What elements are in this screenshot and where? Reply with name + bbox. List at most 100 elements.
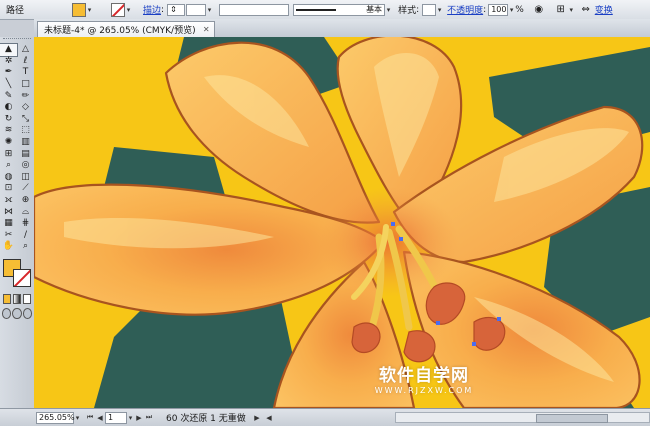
blend-tool-icon[interactable]: ◎	[17, 160, 34, 172]
width-tool-icon[interactable]: ⟗	[0, 195, 17, 207]
stroke-weight-field[interactable]	[186, 3, 207, 16]
scrollbar-thumb[interactable]	[536, 414, 608, 423]
rectangle-tool-icon[interactable]: □	[17, 79, 34, 91]
object-type-label: 路径	[6, 6, 25, 16]
graphic-style-dropdown-icon[interactable]: ▾	[436, 4, 443, 16]
style-basic-label: 基本	[366, 5, 383, 14]
opacity-dropdown-icon[interactable]: ▾	[508, 4, 515, 16]
fill-dropdown-icon[interactable]: ▾	[86, 4, 93, 16]
mesh-tool-icon[interactable]: ⊞	[0, 148, 17, 160]
transform-panel-link[interactable]: 变换	[595, 3, 613, 16]
column-graph-tool-icon[interactable]: ▥	[17, 137, 34, 149]
scale-tool-icon[interactable]: ⤡	[17, 114, 34, 126]
artboard-tool-icon[interactable]: ⊡	[0, 183, 17, 195]
graphic-style-swatch[interactable]	[422, 3, 437, 16]
prev-artboard-icon[interactable]: ◀	[95, 412, 105, 424]
last-artboard-icon[interactable]: ⏭	[144, 412, 154, 424]
stroke-weight-stepper[interactable]: ⇕	[167, 3, 186, 16]
stroke-colon: :	[161, 4, 165, 15]
align-dropdown-icon[interactable]: ▾	[568, 4, 575, 16]
live-paint-selection-tool-icon[interactable]: ◫	[17, 172, 34, 184]
stroke-swatch[interactable]	[13, 268, 31, 287]
eraser-tool-icon[interactable]: ◇	[17, 102, 34, 114]
document-tab-title: 未标题-4* @ 265.05% (CMYK/预览)	[44, 26, 196, 36]
variable-width-profile-select[interactable]	[219, 3, 290, 16]
control-bar: 路径 ▾ ▾ 描边 : ⇕ ▾ 基本 ▾ 样式 : ▾ 不透明度 : 100 ▾…	[0, 0, 650, 20]
anchor-point[interactable]	[391, 222, 395, 226]
mesh-alt-tool-icon[interactable]: ⋕	[17, 218, 34, 230]
perspective-selection-tool-icon[interactable]: ⌓	[17, 206, 34, 218]
align-icon[interactable]: ⇔	[579, 3, 593, 17]
reference-point-icon[interactable]: ⊞	[554, 3, 568, 17]
artboard-canvas[interactable]	[34, 37, 650, 408]
document-tab[interactable]: 未标题-4* @ 265.05% (CMYK/预览) ✕	[37, 21, 215, 37]
color-mode-icon[interactable]	[3, 293, 11, 304]
artboard-number-field[interactable]: 1	[105, 411, 127, 424]
drawing-modes	[0, 306, 34, 321]
stroke-line-preview	[296, 8, 337, 11]
eyedropper-tool-icon[interactable]: ⌕	[0, 160, 17, 172]
opacity-field[interactable]: 100	[488, 3, 509, 16]
blob-brush-tool-icon[interactable]: ◐	[0, 102, 17, 114]
stroke-dropdown-icon[interactable]: ▾	[125, 4, 132, 16]
hand-tool-icon[interactable]: ✋	[0, 241, 17, 253]
draw-normal-icon[interactable]	[2, 307, 12, 319]
magic-wand-tool-icon[interactable]: ✲	[0, 56, 17, 68]
scissors-tool-icon[interactable]: ✂	[0, 230, 17, 242]
document-tab-bar: 未标题-4* @ 265.05% (CMYK/预览) ✕	[34, 19, 650, 38]
gradient-tool-icon[interactable]: ▤	[17, 148, 34, 160]
lily-artwork	[34, 37, 650, 408]
type-tool-icon[interactable]: T	[17, 67, 34, 79]
opacity-panel-link[interactable]: 不透明度	[447, 3, 483, 16]
scroll-left-icon[interactable]: ◀	[264, 412, 274, 424]
stroke-panel-link[interactable]: 描边	[143, 3, 161, 16]
opacity-unit: %	[515, 4, 524, 15]
brush-dropdown-icon[interactable]: ▾	[385, 4, 392, 16]
symbol-sprayer-tool-icon[interactable]: ✺	[0, 137, 17, 149]
graph-tool-icon[interactable]: ▦	[0, 218, 17, 230]
fill-color-swatch[interactable]	[72, 2, 86, 17]
stroke-none-swatch[interactable]	[111, 2, 125, 17]
horizontal-scrollbar[interactable]	[395, 412, 650, 423]
anther-3	[403, 330, 436, 363]
status-menu-icon[interactable]: ▶	[252, 412, 262, 424]
tool-grid: ▲ △ ✲ ℓ ✒ T ╲ □ ✎ ✏ ◐ ◇ ↻ ⤡ ≋ ⬚ ✺ ▥ ⊞ ▤ ⌕ ◎ ◍ ◫ ⊡ ⟋ ⟗ ⊕ ⋈ ⌓ ▦ ⋕ ✂ ∕ ✋ ⌕	[0, 43, 34, 253]
zoom-tool-icon[interactable]: ⌕	[17, 241, 34, 253]
tools-panel-grip[interactable]	[3, 38, 31, 43]
anchor-point[interactable]	[399, 237, 403, 241]
close-icon[interactable]: ✕	[203, 25, 210, 34]
draw-inside-icon[interactable]	[22, 307, 32, 319]
draw-behind-icon[interactable]	[12, 307, 22, 319]
gradient-mode-icon[interactable]	[13, 293, 21, 304]
selection-tool-icon[interactable]: ▲	[0, 43, 18, 57]
next-artboard-icon[interactable]: ▶	[134, 412, 144, 424]
artboard-dropdown-icon[interactable]: ▾	[127, 412, 134, 424]
zoom-field[interactable]: 265.05%	[36, 411, 75, 424]
knife-tool-icon[interactable]: ∕	[17, 230, 34, 242]
shape-builder-tool-icon[interactable]: ⊕	[17, 195, 34, 207]
fill-stroke-well	[0, 256, 34, 292]
paintbrush-tool-icon[interactable]: ✎	[0, 90, 17, 102]
live-paint-bucket-tool-icon[interactable]: ◍	[0, 172, 17, 184]
status-bar: 265.05% ▾ ⏮ ◀ 1 ▾ ▶ ⏭ 60 次还原 1 无重做 ▶ ◀	[0, 408, 650, 426]
line-tool-icon[interactable]: ╲	[0, 79, 17, 91]
color-mode-swatches	[0, 292, 34, 306]
anchor-point[interactable]	[436, 321, 440, 325]
recolor-artwork-icon[interactable]: ◉	[532, 3, 546, 17]
lasso-tool-icon[interactable]: ℓ	[17, 56, 34, 68]
pencil-tool-icon[interactable]: ✏	[17, 90, 34, 102]
rotate-tool-icon[interactable]: ↻	[0, 114, 17, 126]
perspective-grid-tool-icon[interactable]: ⋈	[0, 206, 17, 218]
slice-tool-icon[interactable]: ⟋	[17, 183, 34, 195]
anchor-point[interactable]	[472, 342, 476, 346]
anchor-point[interactable]	[497, 317, 501, 321]
pen-tool-icon[interactable]: ✒	[0, 67, 17, 79]
direct-selection-tool-icon[interactable]: △	[17, 44, 34, 56]
first-artboard-icon[interactable]: ⏮	[85, 412, 95, 424]
zoom-dropdown-icon[interactable]: ▾	[74, 412, 81, 424]
none-mode-icon[interactable]	[23, 293, 31, 304]
free-transform-tool-icon[interactable]: ⬚	[17, 125, 34, 137]
brush-definition-select[interactable]: 基本	[293, 3, 386, 16]
warp-tool-icon[interactable]: ≋	[0, 125, 17, 137]
stroke-weight-dropdown-icon[interactable]: ▾	[206, 4, 213, 16]
